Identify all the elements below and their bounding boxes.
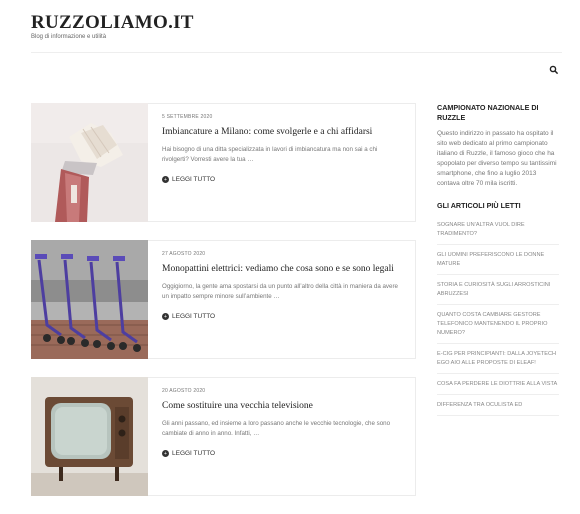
popular-article-link[interactable]: QUANTO COSTA CAMBIARE GESTORE TELEFONICO… [437,305,559,344]
read-more-label: LEGGI TUTTO [172,313,216,320]
read-more-link[interactable]: + LEGGI TUTTO [162,313,405,320]
popular-article-link[interactable]: GLI UOMINI PREFERISCONO LE DONNE MATURE [437,245,559,275]
read-more-link[interactable]: + LEGGI TUTTO [162,176,405,183]
popular-article-link[interactable]: STORIA E CURIOSITÀ SUGLI ARROSTICINI ABR… [437,275,559,305]
search-icon[interactable] [549,62,559,75]
sidebar: CAMPIONATO NAZIONALE DI RUZZLE Questo in… [437,103,559,416]
site-description: Blog di informazione e utilità [31,34,107,40]
post-title[interactable]: Come sostituire una vecchia televisione [162,400,405,412]
post-excerpt: Gli anni passano, ed insieme a loro pass… [162,420,391,437]
plus-circle-icon: + [162,450,169,457]
post-date: 5 SETTEMBRE 2020 [162,114,213,120]
post-card: 27 AGOSTO 2020 Monopattini elettrici: ve… [31,240,416,359]
read-more-label: LEGGI TUTTO [172,176,216,183]
popular-article-link[interactable]: DIFFERENZA TRA OCULISTA ED [437,395,559,416]
popular-article-link[interactable]: SOGNARE UN’ALTRA VUOL DIRE TRADIMENTO? [437,215,559,245]
plus-circle-icon: + [162,313,169,320]
post-title[interactable]: Imbiancature a Milano: come svolgerle e … [162,126,405,138]
read-more-label: LEGGI TUTTO [172,450,216,457]
post-thumbnail-scooters[interactable] [31,240,148,359]
post-date: 20 AGOSTO 2020 [162,388,206,394]
popular-article-link[interactable]: E-CIG PER PRINCIPIANTI: DALLA JOYETECH E… [437,344,559,374]
post-excerpt: Oggigiorno, la gente ama spostarsi da un… [162,283,398,300]
post-card: 20 AGOSTO 2020 Come sostituire una vecch… [31,377,416,496]
popular-article-link[interactable]: COSA FA PERDERE LE DIOTTRIE ALLA VISTA [437,374,559,395]
widget-title-campionato: CAMPIONATO NAZIONALE DI RUZZLE [437,103,539,122]
post-excerpt: Hai bisogno di una ditta specializzata i… [162,146,378,163]
site-title[interactable]: RUZZOLIAMO.IT [31,12,194,34]
read-more-link[interactable]: + LEGGI TUTTO [162,450,405,457]
widget-title-popular: GLI ARTICOLI PIÙ LETTI [437,201,521,210]
post-title[interactable]: Monopattini elettrici: vediamo che cosa … [162,263,405,275]
header-divider [31,52,562,53]
post-list: 5 SETTEMBRE 2020 Imbiancature a Milano: … [31,103,416,514]
widget-text-campionato: Questo indirizzo in passato ha ospitato … [437,130,557,187]
post-date: 27 AGOSTO 2020 [162,251,206,257]
post-thumbnail-paintbrush[interactable] [31,103,148,222]
post-card: 5 SETTEMBRE 2020 Imbiancature a Milano: … [31,103,416,222]
popular-articles-list: SOGNARE UN’ALTRA VUOL DIRE TRADIMENTO? G… [437,215,559,416]
post-thumbnail-tv[interactable] [31,377,148,496]
plus-circle-icon: + [162,176,169,183]
